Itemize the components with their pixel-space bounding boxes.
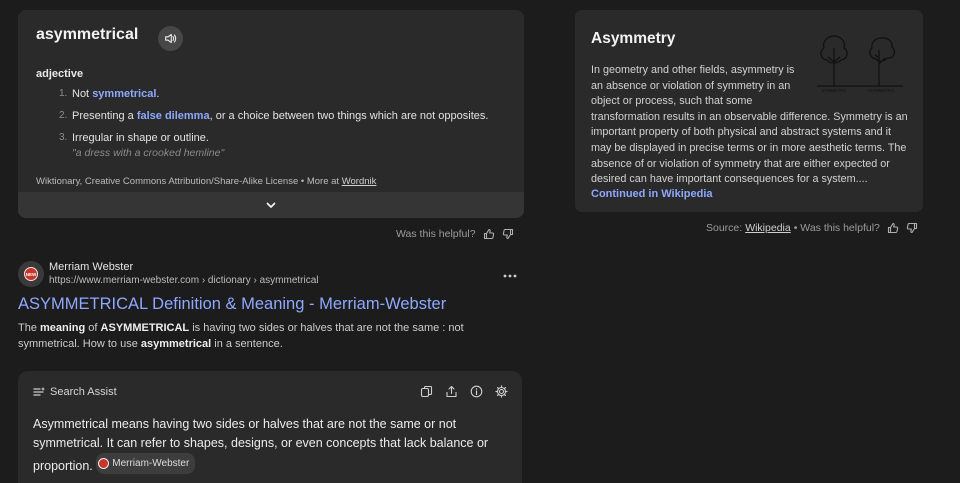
helpful-label: • Was this helpful?: [793, 222, 880, 234]
definition-example: "a dress with a crooked hemline": [72, 147, 225, 159]
expand-definition-button[interactable]: [18, 192, 524, 218]
definition-item: 3. Irregular in shape or outline. "a dre…: [36, 131, 516, 160]
source-label: Source:: [706, 222, 743, 234]
search-assist-label: Search Assist: [50, 386, 117, 398]
definition-source: Wiktionary, Creative Commons Attribution…: [36, 176, 377, 187]
search-assist-header: Search Assist: [33, 386, 117, 398]
wiki-title: Asymmetry: [591, 30, 676, 47]
definition-card: asymmetrical adjective 1. Not symmetrica…: [18, 10, 524, 218]
source-license: Wiktionary, Creative Commons Attribution…: [36, 176, 299, 187]
definition-text: Irregular in shape or outline.: [72, 132, 209, 144]
wiki-extract-first: In geometry and other fields, asymmetry …: [591, 64, 795, 108]
copy-button[interactable]: [420, 385, 433, 398]
result-snippet: The meaning of ASYMMETRICAL is having tw…: [18, 322, 464, 350]
wiki-extract: In geometry and other fields, asymmetry …: [591, 63, 909, 188]
copy-icon: [420, 385, 433, 398]
thumbs-up-button[interactable]: [483, 228, 495, 240]
helpful-label: Was this helpful?: [396, 228, 476, 240]
wiki-feedback: Source: Wikipedia • Was this helpful?: [706, 222, 918, 234]
settings-button[interactable]: [495, 385, 508, 398]
definition-number: 3.: [59, 132, 68, 143]
wikipedia-card: Asymmetry SYMMETRIC ASYMMETRIC In geomet…: [575, 10, 923, 212]
search-assist-panel: Search Assist Asymmetrical means having …: [18, 371, 522, 483]
wiki-extract-rest: transformation results in an observable …: [591, 110, 908, 186]
definition-text: .: [156, 88, 160, 100]
definition-feedback: Was this helpful?: [396, 228, 514, 240]
speaker-icon: [165, 33, 177, 44]
info-button[interactable]: [470, 385, 483, 398]
definition-word: asymmetrical: [36, 26, 139, 43]
thumbs-down-button[interactable]: [502, 228, 514, 240]
thumbs-down-icon: [906, 222, 917, 234]
pronounce-button[interactable]: [158, 26, 183, 51]
definition-item: 1. Not symmetrical.: [36, 87, 516, 101]
source-chip-merriam-webster[interactable]: Merriam-Webster: [96, 453, 196, 474]
thumbs-down-icon: [502, 228, 513, 240]
settings-icon: [495, 385, 508, 398]
definition-text: Not: [72, 88, 93, 100]
source-chip-label: Merriam-Webster: [112, 458, 190, 469]
result-title-link[interactable]: ASYMMETRICAL Definition & Meaning - Merr…: [18, 295, 446, 314]
share-icon: [446, 385, 457, 398]
more-horizontal-icon: [503, 274, 517, 278]
definition-number: 2.: [59, 110, 68, 121]
thumbs-down-button[interactable]: [906, 222, 918, 234]
thumbs-up-button[interactable]: [887, 222, 899, 234]
result-more-button[interactable]: [503, 266, 517, 284]
definition-text: , or a choice between two things which a…: [209, 110, 489, 122]
definition-item: 2. Presenting a false dilemma, or a choi…: [36, 109, 516, 123]
definition-link-symmetrical[interactable]: symmetrical: [92, 88, 156, 100]
info-icon: [470, 385, 483, 398]
result-site-name[interactable]: Merriam Webster: [49, 261, 133, 273]
search-assist-icon: [33, 387, 45, 396]
chevron-down-icon: [266, 202, 276, 208]
thumbs-up-icon: [887, 222, 899, 234]
merriam-webster-logo: [98, 458, 110, 469]
search-assist-answer: Asymmetrical means having two sides or h…: [33, 415, 503, 476]
continued-in-wikipedia-link[interactable]: Continued in Wikipedia: [591, 188, 713, 200]
search-assist-toolbar: [420, 385, 508, 398]
thumbs-up-icon: [483, 228, 494, 240]
share-button[interactable]: [445, 385, 458, 398]
definition-link-false-dilemma[interactable]: false dilemma: [137, 110, 210, 122]
definition-number: 1.: [59, 88, 68, 99]
merriam-webster-logo: NEW: [24, 267, 38, 281]
part-of-speech: adjective: [36, 68, 84, 80]
wordnik-link[interactable]: Wordnik: [342, 176, 377, 187]
definition-text: Presenting a: [72, 110, 137, 122]
wikipedia-source-link[interactable]: Wikipedia: [745, 222, 791, 234]
result-url[interactable]: https://www.merriam-webster.com › dictio…: [49, 275, 319, 286]
result-favicon[interactable]: NEW: [18, 261, 44, 287]
more-at-label: More at: [306, 176, 340, 187]
definition-list: 1. Not symmetrical. 2. Presenting a fals…: [36, 87, 516, 160]
